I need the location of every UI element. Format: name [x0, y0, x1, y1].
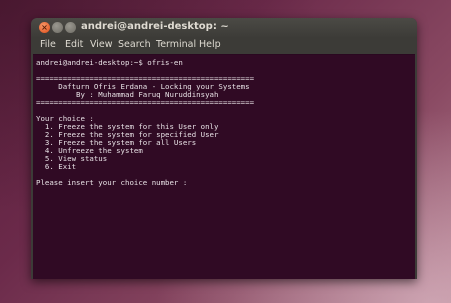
menu-bar: File Edit View Search Terminal Help [31, 38, 417, 53]
menu-edit[interactable]: Edit [65, 39, 83, 50]
menu-terminal[interactable]: Terminal [156, 39, 196, 50]
terminal-output[interactable]: andrei@andrei-desktop:~$ ofris-en ======… [33, 54, 415, 279]
banner-separator-bottom: ========================================… [36, 98, 255, 107]
choice-input-prompt[interactable]: Please insert your choice number : [36, 179, 187, 187]
window-titlebar[interactable]: × andrei@andrei-desktop: ~ [31, 18, 417, 38]
minimize-window-button[interactable] [52, 22, 63, 33]
menu-view[interactable]: View [90, 39, 113, 50]
menu-help[interactable]: Help [199, 39, 221, 50]
menu-search[interactable]: Search [118, 39, 151, 50]
menu-file[interactable]: File [40, 39, 56, 50]
maximize-window-button[interactable] [65, 22, 76, 33]
window-title: andrei@andrei-desktop: ~ [81, 21, 229, 32]
terminal-prompt-line: andrei@andrei-desktop:~$ ofris-en [36, 58, 183, 67]
terminal-window[interactable]: × andrei@andrei-desktop: ~ File Edit Vie… [31, 18, 417, 279]
close-window-button[interactable]: × [39, 22, 50, 33]
choice-option-6: 6. Exit [36, 162, 77, 171]
